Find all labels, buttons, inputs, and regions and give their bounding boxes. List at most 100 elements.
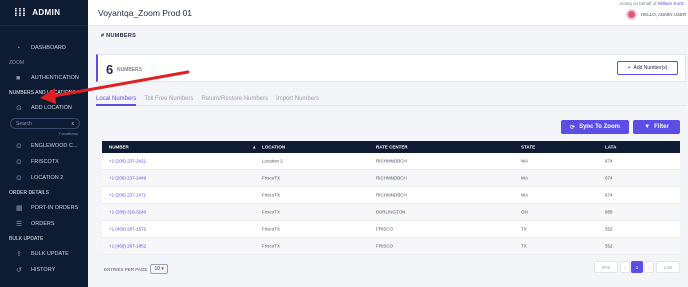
number-link[interactable]: +1 (206) 237-2421 [109, 159, 146, 164]
sidebar-item-label: PORT-IN ORDERS [31, 205, 79, 211]
sidebar-item-bulk-update[interactable]: ⇪ BULK UPDATE [0, 246, 88, 262]
list-icon: ☰ [16, 221, 23, 228]
add-numbers-label: Add Number(s) [633, 65, 668, 71]
section-zoom: ZOOM [9, 60, 24, 66]
upload-icon: ⇪ [16, 251, 22, 258]
sidebar-item-label: DASHBOARD [31, 45, 66, 51]
table-cell: 552 [605, 226, 613, 232]
table-row[interactable]: +1 (469) 287-1852 FriscoTX FRISCO TX 552 [102, 238, 680, 255]
number-link[interactable]: +1 (289) 316-3240 [109, 210, 146, 215]
sidebar-item-location[interactable]: ⊙ FRISCOTX [0, 154, 88, 170]
numbers-count-label: NUMBERS [117, 67, 143, 73]
table-cell: 674 [605, 158, 613, 164]
table-cell: WA [521, 192, 529, 198]
dashboard-icon: ◔ [16, 44, 21, 52]
numbers-summary-card: 6 NUMBERS + Add Number(s) [96, 54, 686, 82]
pin-icon: ⊙ [16, 105, 22, 112]
section-numbers-locations: NUMBERS AND LOCATIONS [9, 90, 76, 96]
avatar[interactable] [626, 9, 637, 20]
sidebar-item-port-in-orders[interactable]: ▦ PORT-IN ORDERS [0, 200, 88, 216]
acting-user-link[interactable]: William Kurtz [658, 1, 684, 6]
sidebar-item-label: HISTORY [31, 267, 56, 273]
sidebar-item-orders[interactable]: ☰ ORDERS [0, 216, 88, 232]
column-header-lata[interactable]: LATA [605, 145, 616, 150]
sidebar-item-authentication[interactable]: ■ AUTHENTICATION [0, 70, 88, 86]
grid-icon: ⁞⁞⁞ [14, 6, 27, 19]
location-search-input[interactable]: Search x [10, 118, 80, 129]
active-tab-underline [96, 104, 136, 106]
table-cell: BURLINGTON [376, 209, 406, 215]
acting-prefix: Acting on behalf of [619, 1, 657, 6]
numbers-table: NUMBER ▲ LOCATION RATE CENTER STATE LATA… [102, 141, 680, 255]
pin-icon: ⊙ [16, 175, 22, 182]
table-row[interactable]: +1 (206) 237-2421 Location 2 RICHMNDBCH WA 6… [102, 153, 680, 170]
add-numbers-button[interactable]: + Add Number(s) [617, 61, 678, 75]
sidebar-item-location[interactable]: ⊙ ENGLEWOOD C... [0, 138, 88, 154]
table-cell: TX [521, 243, 527, 249]
table-row[interactable]: +1 (206) 237-2449 FriscoTX RICHMNDBCH WA 674 [102, 170, 680, 187]
brand[interactable]: ⁞⁞⁞ ADMIN [0, 0, 88, 26]
entries-per-page-value: 10 [154, 266, 160, 272]
number-link[interactable]: +1 (206) 237-2449 [109, 176, 146, 181]
table-cell: FRISCO [376, 226, 394, 232]
table-cell: WA [521, 175, 529, 181]
section-order-details: ORDER DETAILS [9, 190, 49, 196]
user-greeting[interactable]: HELLO, ADMIN USER [641, 12, 686, 17]
sidebar-item-label: FRISCOTX [31, 159, 59, 165]
filter-button[interactable]: ▼ Filter [633, 120, 680, 134]
tab-divider [96, 105, 686, 106]
table-cell: FRISCO [376, 243, 394, 249]
number-link[interactable]: +1 (206) 237-2471 [109, 193, 146, 198]
page-title: Voyantqa_Zoom Prod 01 [98, 8, 193, 18]
sidebar-item-label: AUTHENTICATION [31, 75, 79, 81]
sync-icon: ⟳ [570, 124, 576, 131]
sidebar-item-history[interactable]: ↺ HISTORY [0, 262, 88, 278]
table-cell: RICHMNDBCH [376, 192, 407, 198]
entries-per-page-label: ENTRIES PER PAGE [104, 266, 148, 272]
table-row[interactable]: +1 (289) 316-3240 FriscoTX BURLINGTON ON 888 [102, 204, 680, 221]
table-row[interactable]: +1 (469) 287-1572 FriscoTX FRISCO TX 552 [102, 221, 680, 238]
table-cell: TX [521, 226, 527, 232]
sidebar-item-label: ENGLEWOOD C... [31, 143, 78, 149]
filter-icon: ▼ [644, 124, 651, 130]
column-header-rate-center[interactable]: RATE CENTER [376, 145, 408, 150]
grid-icon: ▦ [16, 205, 23, 212]
number-link[interactable]: +1 (469) 287-1852 [109, 244, 146, 249]
pagination-first[interactable]: First [594, 261, 618, 273]
table-cell: ON [521, 209, 528, 215]
sidebar-item-label: ORDERS [31, 221, 55, 227]
table-cell: FriscoTX [262, 226, 280, 232]
table-cell: 888 [605, 209, 613, 215]
column-header-state[interactable]: STATE [521, 145, 535, 150]
clear-icon[interactable]: x [72, 121, 75, 127]
brand-label: ADMIN [32, 8, 61, 17]
history-icon: ↺ [16, 267, 22, 274]
pin-icon: ⊙ [16, 143, 22, 150]
sidebar-item-label: ADD LOCATION [31, 105, 72, 111]
column-header-location[interactable]: LOCATION [262, 145, 285, 150]
sync-label: Sync To Zoom [579, 124, 620, 130]
pagination-page[interactable]: 1 [631, 261, 643, 273]
pagination-prev[interactable]: ‹ [620, 261, 630, 273]
table-cell: WA [521, 158, 529, 164]
pin-icon: ⊙ [16, 159, 22, 166]
pagination-last[interactable]: Last [656, 261, 680, 273]
table-cell: FriscoTX [262, 192, 280, 198]
filter-label: Filter [654, 124, 669, 130]
pagination-next[interactable]: › [644, 261, 654, 273]
plus-icon: + [627, 65, 631, 71]
entries-per-page-select[interactable]: 10 ▾ [150, 264, 168, 274]
table-cell: RICHMNDBCH [376, 158, 407, 164]
sidebar-item-location[interactable]: ⊙ LOCATION 2 [0, 170, 88, 186]
entries-per-page: ENTRIES PER PAGE 10 ▾ [104, 264, 168, 274]
column-header-number[interactable]: NUMBER [109, 145, 129, 150]
table-cell: FriscoTX [262, 209, 280, 215]
sync-to-zoom-button[interactable]: ⟳ Sync To Zoom [561, 120, 629, 134]
table-row[interactable]: +1 (206) 237-2471 FriscoTX RICHMNDBCH WA 674 [102, 187, 680, 204]
number-link[interactable]: +1 (469) 287-1572 [109, 227, 146, 232]
table-cell: 674 [605, 175, 613, 181]
numbers-count: 6 [106, 62, 114, 77]
sort-icon[interactable]: ▲ [252, 145, 256, 150]
sidebar-item-dashboard[interactable]: ◔ DASHBOARD [0, 40, 88, 56]
sidebar-item-add-location[interactable]: ⊙ ADD LOCATION [0, 100, 88, 116]
